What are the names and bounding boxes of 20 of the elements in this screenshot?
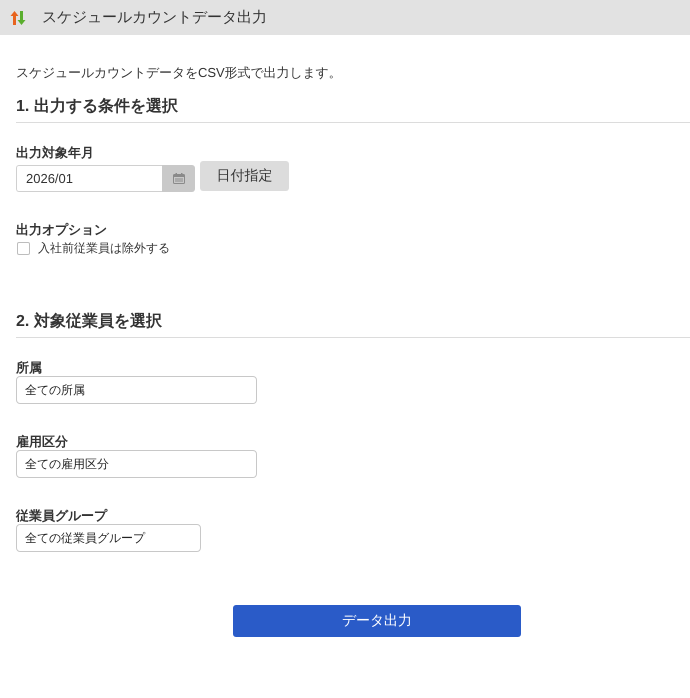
select-field[interactable]: 全ての所属 [16,376,257,404]
checkbox-label: 入社前従業員は除外する [38,240,170,257]
section-heading: 2. 対象従業員を選択 [16,311,690,338]
section-heading: 1. 出力する条件を選択 [16,96,690,123]
field-label: 出力オプション [16,221,107,238]
field-label: 従業員グループ [16,507,107,524]
calendar-button[interactable] [162,165,195,192]
window-title: スケジュールカウントデータ出力 [42,8,267,28]
select-field[interactable]: 全ての雇用区分 [16,450,257,478]
checkbox[interactable] [17,242,30,255]
data-export-button[interactable]: データ出力 [233,605,521,637]
month-input[interactable]: 2026/01 [16,165,162,192]
field-label: 所属 [16,359,42,376]
date-specify-button[interactable]: 日付指定 [200,161,289,191]
calendar-icon [172,173,184,184]
field-label: 出力対象年月 [16,144,94,161]
field-label: 雇用区分 [16,433,68,450]
up-down-arrows-icon [10,10,26,26]
description-text: スケジュールカウントデータをCSV形式で出力します。 [16,64,343,82]
select-field[interactable]: 全ての従業員グループ [16,524,201,552]
